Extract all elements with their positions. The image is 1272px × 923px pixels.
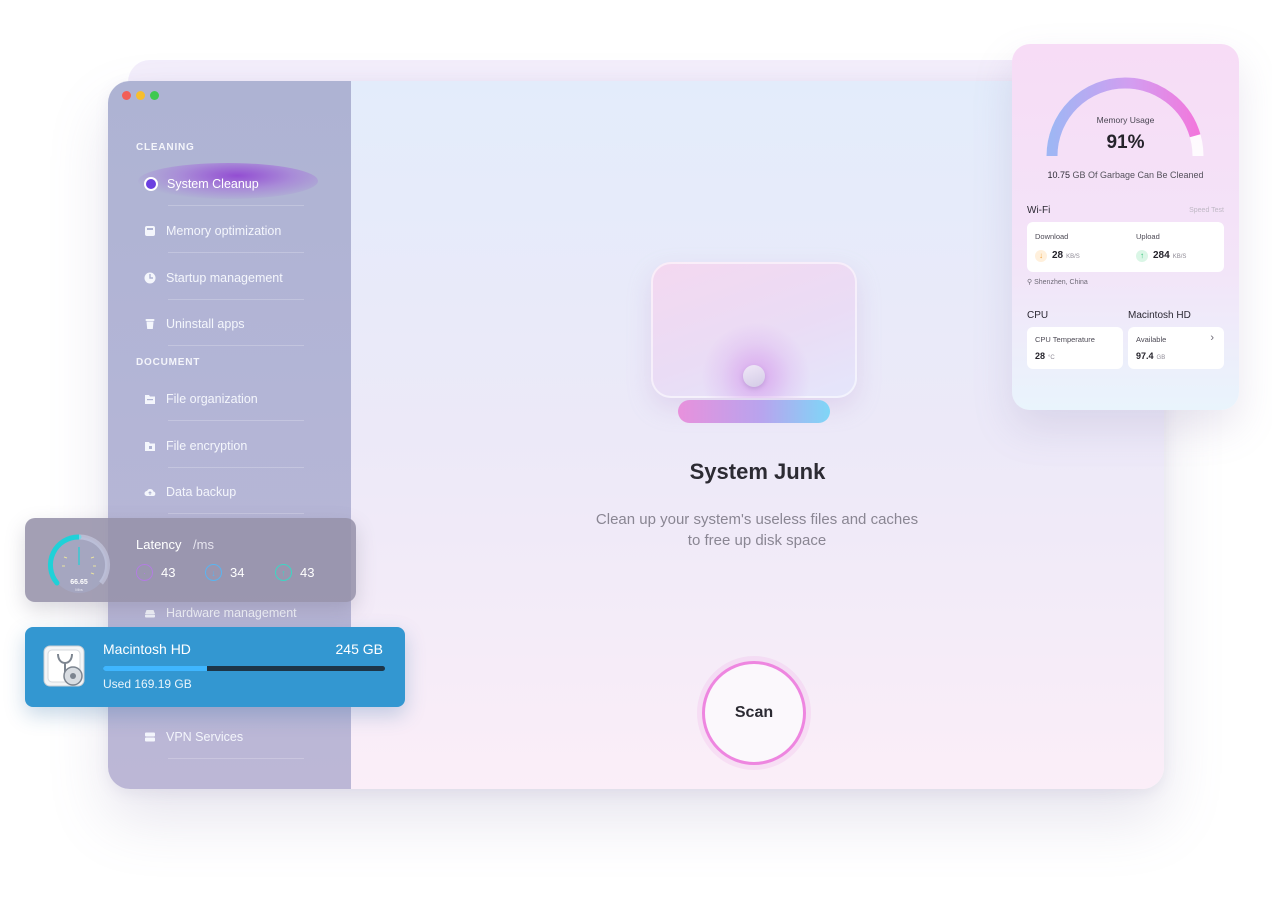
garbage-text: GB Of Garbage Can Be Cleaned — [1072, 170, 1204, 180]
download-stat: ↓ 34 — [205, 564, 244, 581]
speed-gauge: 66.65 Mbs — [48, 534, 110, 593]
gauge-unit: Mbs — [75, 587, 83, 592]
cloud-upload-icon — [144, 489, 156, 496]
chevron-right-icon: › — [1210, 332, 1214, 344]
memory-icon — [145, 226, 155, 236]
hardware-icon — [145, 610, 155, 618]
trash-icon — [145, 319, 155, 329]
upload-stat: ↑ 43 — [275, 564, 314, 581]
upload-arrow-icon: ↑ — [1136, 250, 1148, 262]
download-value: 28 KB/S — [1052, 250, 1080, 261]
sidebar-item-file-organization[interactable]: File organization — [144, 378, 304, 421]
scan-button[interactable]: Scan — [702, 661, 806, 765]
system-cleanup-icon — [144, 177, 158, 191]
gauge-value: 66.65 — [70, 579, 88, 586]
sidebar-item-file-encryption[interactable]: File encryption — [144, 425, 304, 468]
disk-available-value: 97.4 GB — [1136, 351, 1166, 361]
disk-usage-fill — [103, 666, 208, 671]
sidebar-item-label: VPN Services — [166, 730, 244, 744]
cpu-card: CPU Temperature 28 °C — [1027, 327, 1123, 369]
disk-name: Macintosh HD — [103, 641, 191, 657]
disk-size: 245 GB — [335, 641, 383, 657]
disk-usage-bar — [103, 666, 385, 671]
download-icon: ↓ — [205, 564, 222, 581]
maximize-window-button[interactable] — [150, 91, 159, 100]
sidebar-item-uninstall-apps[interactable]: Uninstall apps — [144, 303, 304, 346]
sidebar-item-data-backup[interactable]: Data backup — [144, 471, 304, 514]
sidebar-item-label: File encryption — [166, 439, 248, 453]
latency-title: Latency — [136, 537, 182, 552]
monitor-illustration — [651, 262, 857, 398]
memory-usage-label: Memory Usage — [1096, 115, 1155, 125]
close-window-button[interactable] — [122, 91, 131, 100]
page-title: System Junk — [689, 459, 826, 484]
sidebar-item-label: Startup management — [166, 271, 283, 285]
download-label: Download — [1035, 232, 1069, 241]
sidebar-item-label: System Cleanup — [167, 177, 259, 191]
startup-icon — [144, 272, 156, 284]
ping-stat: · 43 — [136, 564, 175, 581]
disk-available-label: Available — [1136, 335, 1167, 344]
garbage-value: 10.75 — [1047, 170, 1070, 180]
description-line-2: to free up disk space — [687, 532, 827, 549]
location-pin-icon: ⚲ — [1027, 279, 1033, 286]
latency-widget: 66.65 Mbs Latency /ms · 43 ↓ 34 ↑ 43 — [25, 518, 356, 602]
disk-utility-icon — [43, 645, 85, 687]
description-line-1: Clean up your system's useless files and… — [595, 511, 919, 528]
sidebar-item-label: File organization — [166, 392, 258, 406]
latency-unit: /ms — [193, 537, 214, 552]
monitor-stand — [678, 400, 830, 423]
cpu-title: CPU — [1027, 310, 1049, 321]
section-label-document: DOCUMENT — [136, 357, 201, 368]
speed-test-link[interactable]: Speed Test — [1189, 207, 1224, 214]
disk-card[interactable]: Available › 97.4 GB — [1128, 327, 1224, 369]
garbage-info: 10.75 GB Of Garbage Can Be Cleaned — [1012, 170, 1239, 180]
ping-icon: · — [136, 564, 153, 581]
wifi-title: Wi-Fi — [1027, 205, 1051, 216]
lock-folder-icon — [145, 442, 155, 451]
sidebar-item-vpn-services[interactable]: VPN Services — [144, 716, 304, 759]
upload-latency-value: 43 — [300, 565, 315, 580]
section-label-cleaning: CLEANING — [136, 142, 195, 153]
cpu-temperature-label: CPU Temperature — [1035, 335, 1095, 344]
sidebar-item-label: Hardware management — [166, 606, 297, 620]
disk-used-text: Used 169.19 GB — [103, 677, 192, 691]
disk-title: Macintosh HD — [1128, 310, 1191, 321]
cpu-temperature-value: 28 °C — [1035, 351, 1055, 361]
location: ⚲ Shenzhen, China — [1027, 279, 1088, 286]
wifi-card: Download ↓ 28 KB/S Upload ↑ 284 KB/S — [1027, 222, 1224, 272]
system-status-panel: Memory Usage 91% 10.75 GB Of Garbage Can… — [1012, 44, 1239, 410]
sidebar-item-startup-management[interactable]: Startup management — [144, 257, 304, 300]
memory-usage-percent: 91% — [1106, 132, 1145, 153]
ping-value: 43 — [161, 565, 176, 580]
server-icon — [145, 732, 155, 742]
sidebar-item-label: Data backup — [166, 485, 237, 499]
upload-icon: ↑ — [275, 564, 292, 581]
download-latency-value: 34 — [230, 565, 245, 580]
upload-label: Upload — [1136, 232, 1160, 241]
page-description: Clean up your system's useless files and… — [557, 509, 957, 551]
sidebar-item-label: Memory optimization — [166, 224, 282, 238]
sidebar-item-label: Uninstall apps — [166, 317, 245, 331]
folder-icon — [145, 395, 155, 404]
disk-widget: Macintosh HD 245 GB Used 169.19 GB — [25, 627, 405, 707]
minimize-window-button[interactable] — [136, 91, 145, 100]
download-arrow-icon: ↓ — [1035, 250, 1047, 262]
sidebar-item-system-cleanup[interactable]: System Cleanup — [144, 163, 304, 206]
upload-value: 284 KB/S — [1153, 250, 1187, 261]
sidebar-item-memory-optimization[interactable]: Memory optimization — [144, 210, 304, 253]
